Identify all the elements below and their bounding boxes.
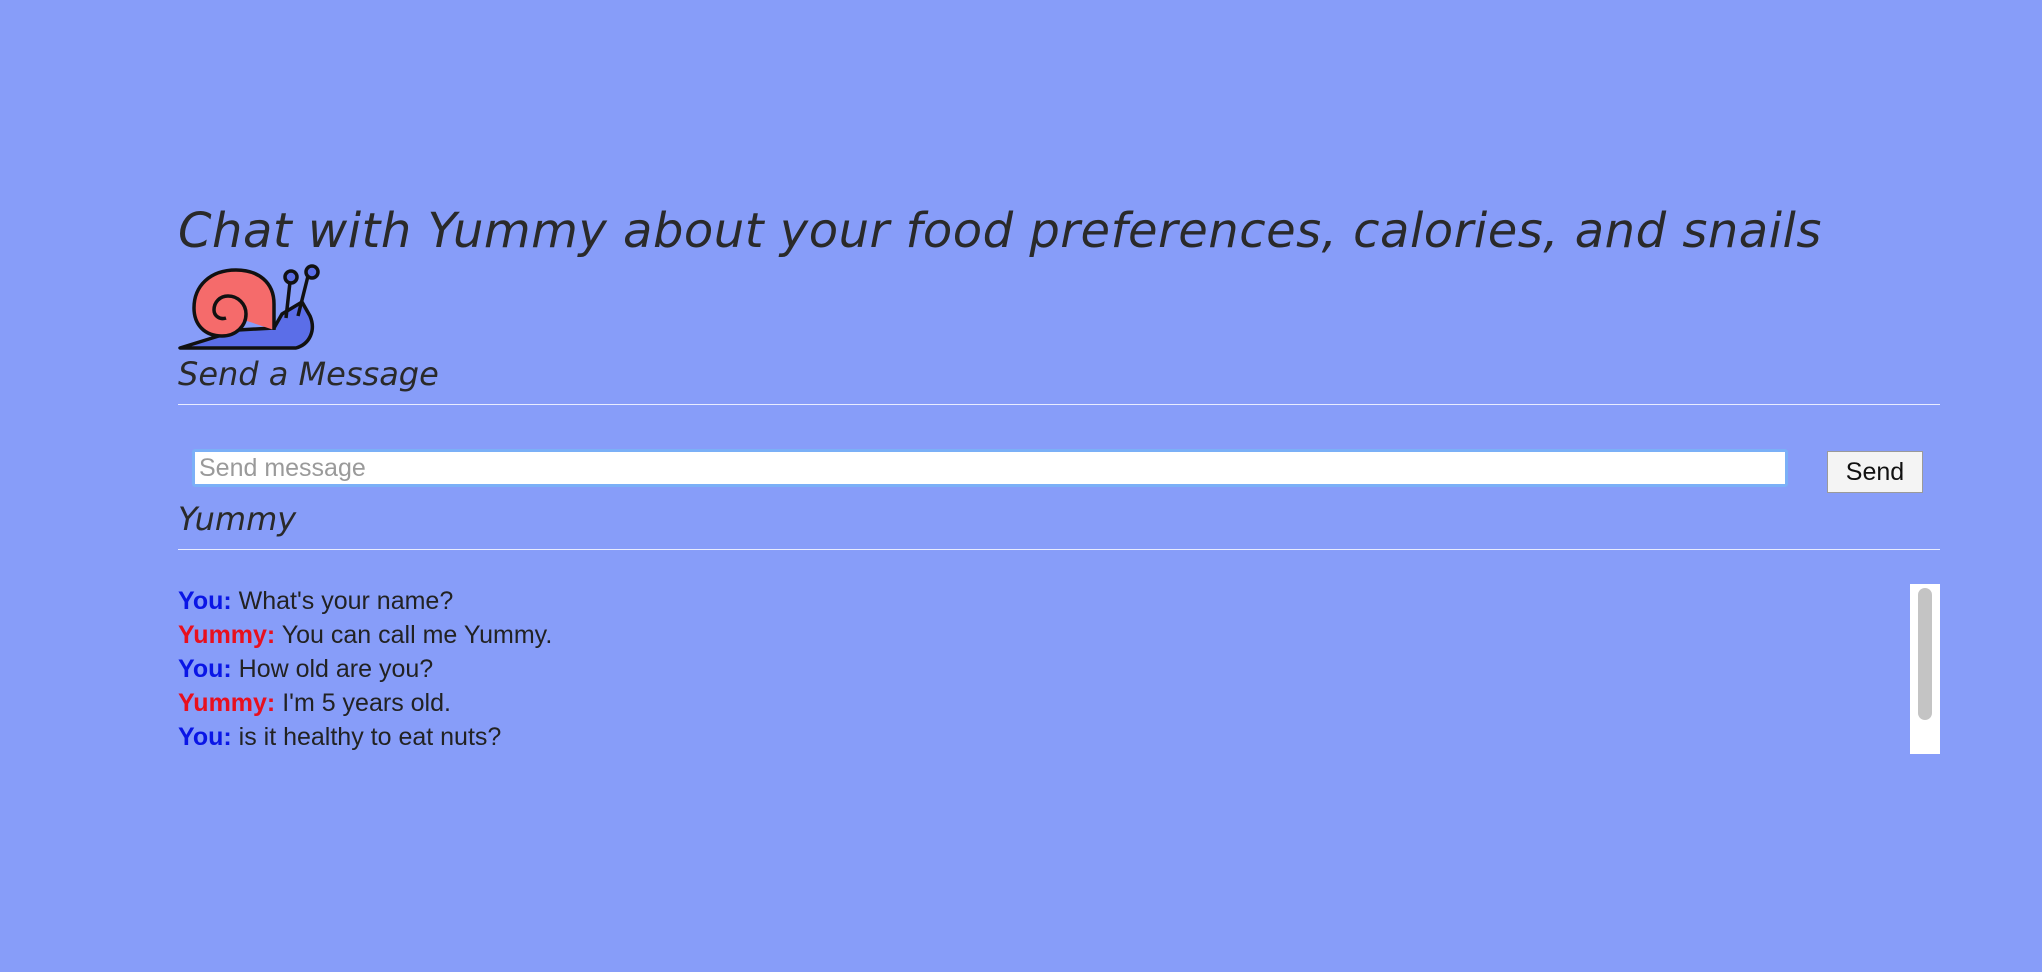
message-input[interactable]: [192, 449, 1788, 487]
speaker-label: Yummy:: [178, 689, 276, 717]
page-title: Chat with Yummy about your food preferen…: [178, 203, 1822, 259]
speaker-label: You:: [178, 587, 232, 615]
message-item: Yummy: I'm 5 years old.: [178, 686, 1940, 720]
speaker-label: Yummy:: [178, 621, 276, 649]
send-button[interactable]: Send: [1827, 451, 1923, 493]
compose-form: Send: [178, 405, 1940, 525]
message-item: You: How old are you?: [178, 652, 1940, 686]
speaker-label: You:: [178, 655, 232, 683]
message-item: Yummy: You can call me Yummy.: [178, 618, 1940, 652]
chat-log[interactable]: You: What's your name? Yummy: You can ca…: [178, 584, 1940, 754]
message-text: You can call me Yummy.: [281, 621, 553, 649]
chat-scrollbar[interactable]: [1910, 584, 1940, 754]
scrollbar-thumb[interactable]: [1918, 588, 1932, 720]
chat-app: Chat with Yummy about your food preferen…: [178, 190, 1940, 754]
message-item: You: What's your name?: [178, 584, 1940, 618]
speaker-label: You:: [178, 723, 232, 751]
message-text: How old are you?: [238, 655, 434, 683]
message-text: What's your name?: [238, 587, 454, 615]
snail-icon: [178, 264, 320, 350]
message-item: You: is it healthy to eat nuts?: [178, 720, 1940, 754]
message-text: is it healthy to eat nuts?: [238, 723, 502, 751]
send-message-heading: Send a Message: [178, 352, 1940, 405]
message-list: You: What's your name? Yummy: You can ca…: [178, 584, 1940, 754]
message-text: I'm 5 years old.: [282, 689, 451, 717]
